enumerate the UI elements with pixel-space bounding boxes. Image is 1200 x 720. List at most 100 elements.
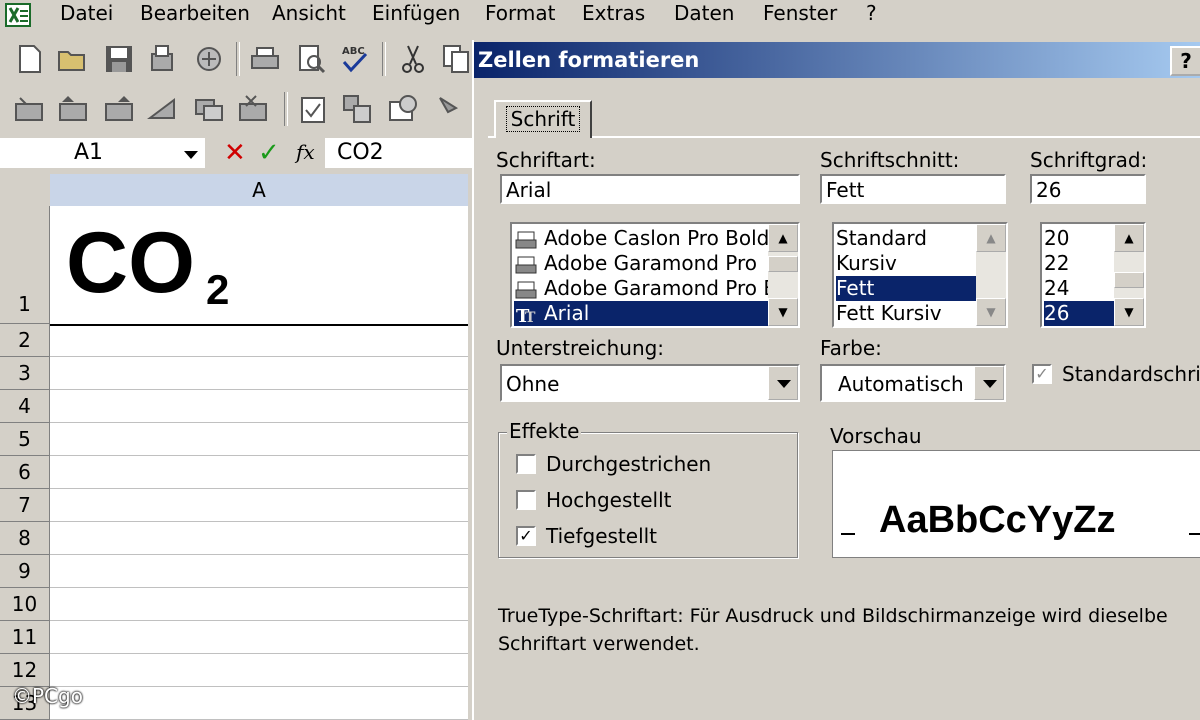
save-icon[interactable] (102, 42, 136, 76)
schriftschnitt-scrollbar[interactable]: ▲ ▼ (976, 224, 1006, 326)
row-header[interactable]: 12 (0, 654, 50, 687)
copy-icon[interactable] (440, 42, 474, 76)
style-list-item[interactable]: Kursiv (836, 251, 978, 276)
svg-text:ABC: ABC (342, 46, 365, 57)
name-box[interactable]: A1 (0, 138, 205, 168)
scroll-thumb[interactable] (768, 256, 798, 272)
help-button[interactable]: ? (1170, 46, 1200, 76)
size-list-item-selected[interactable]: 26 (1044, 301, 1116, 326)
print-preview-icon[interactable] (294, 42, 328, 76)
farbe-select[interactable]: Automatisch (820, 364, 1006, 402)
unterstreichung-select[interactable]: Ohne (500, 364, 800, 402)
schriftgrad-scrollbar[interactable]: ▲ ▼ (1114, 224, 1144, 326)
delete-comment-icon[interactable] (236, 92, 270, 126)
next-comment-icon[interactable] (102, 92, 136, 126)
row-header[interactable]: 1 (0, 206, 50, 324)
schriftschnitt-input[interactable]: Fett (820, 174, 1006, 204)
dialog-titlebar[interactable]: Zellen formatieren ? (474, 42, 1200, 78)
row-gridline (50, 456, 468, 489)
email-icon[interactable] (192, 42, 226, 76)
row-header[interactable]: 7 (0, 489, 50, 522)
excel-app-icon[interactable] (4, 2, 34, 28)
scroll-up-icon[interactable]: ▲ (768, 224, 798, 252)
tiefgestellt-checkbox[interactable]: ✓ (516, 526, 536, 546)
schriftart-list[interactable]: Adobe Caslon Pro Bold Adobe Garamond Pro… (510, 222, 800, 328)
farbe-label: Farbe: (820, 336, 882, 360)
scroll-down-icon[interactable]: ▼ (1114, 298, 1144, 326)
spelling-check-icon[interactable]: ABC (338, 42, 372, 76)
schriftart-scrollbar[interactable]: ▲ ▼ (768, 224, 798, 326)
row-header[interactable]: 3 (0, 357, 50, 390)
menu-bearbeiten[interactable]: Bearbeiten (140, 1, 250, 25)
row-header[interactable]: 8 (0, 522, 50, 555)
dropdown-button[interactable] (974, 366, 1004, 400)
show-all-comments-icon[interactable] (192, 92, 226, 126)
insert-function-button[interactable]: fx (296, 140, 315, 164)
tab-schrift[interactable]: Schrift (494, 100, 592, 138)
row-gridline (50, 522, 468, 555)
hochgestellt-checkbox[interactable] (516, 490, 536, 510)
select-all-corner[interactable] (0, 174, 51, 207)
row-header[interactable]: 5 (0, 423, 50, 456)
size-list-item[interactable]: 24 (1044, 276, 1116, 301)
cancel-icon[interactable]: ✕ (224, 138, 246, 168)
schriftschnitt-list[interactable]: Standard Kursiv Fett Fett Kursiv ▲ ▼ (832, 222, 1008, 328)
menu-daten[interactable]: Daten (674, 1, 734, 25)
menu-extras[interactable]: Extras (582, 1, 645, 25)
schriftart-input[interactable]: Arial (500, 174, 800, 204)
ink-annotation-icon[interactable] (434, 92, 468, 126)
scroll-up-icon[interactable]: ▲ (1114, 224, 1144, 252)
chevron-down-icon (777, 380, 791, 388)
open-folder-icon[interactable] (56, 42, 90, 76)
row-header[interactable]: 10 (0, 588, 50, 621)
new-document-icon[interactable] (12, 42, 46, 76)
cell-a1[interactable]: CO 2 (50, 206, 468, 326)
formula-input[interactable]: CO2 (325, 138, 475, 168)
scroll-down-icon[interactable]: ▼ (976, 298, 1006, 326)
style-list-item[interactable]: Standard (836, 226, 978, 251)
font-list-item[interactable]: Adobe Garamond Pro (514, 251, 770, 276)
print-icon[interactable] (248, 42, 282, 76)
menu-format[interactable]: Format (485, 1, 555, 25)
font-list-item[interactable]: Adobe Garamond Pro Bold (514, 276, 798, 301)
menu-help[interactable]: ? (866, 1, 877, 25)
row-header[interactable]: 4 (0, 390, 50, 423)
schriftgrad-list[interactable]: 20 22 24 26 ▲ ▼ (1040, 222, 1146, 328)
scroll-down-icon[interactable]: ▼ (768, 298, 798, 326)
dropdown-button[interactable] (768, 366, 798, 400)
cut-icon[interactable] (396, 42, 430, 76)
row-header[interactable]: 9 (0, 555, 50, 588)
name-box-dropdown-icon[interactable] (184, 151, 198, 159)
send-for-review-icon[interactable] (386, 92, 420, 126)
enter-check-icon[interactable]: ✓ (258, 138, 280, 168)
row-header[interactable]: 6 (0, 456, 50, 489)
update-file-icon[interactable] (340, 92, 374, 126)
durchgestrichen-checkbox[interactable] (516, 454, 536, 474)
size-list-item[interactable]: 22 (1044, 251, 1116, 276)
menu-ansicht[interactable]: Ansicht (272, 1, 346, 25)
menu-fenster[interactable]: Fenster (763, 1, 837, 25)
row-header[interactable]: 11 (0, 621, 50, 654)
menu-datei[interactable]: Datei (60, 1, 113, 25)
size-list-item[interactable]: 20 (1044, 226, 1116, 251)
scroll-up-icon[interactable]: ▲ (976, 224, 1006, 252)
standardschrift-checkbox[interactable]: ✓ (1032, 364, 1052, 384)
permission-icon[interactable] (146, 42, 180, 76)
farbe-value: Automatisch (838, 372, 964, 396)
reviewing-toolbar (0, 88, 475, 132)
style-list-item[interactable]: Fett Kursiv (836, 301, 978, 326)
previous-comment-icon[interactable] (56, 92, 90, 126)
toolbar-separator (382, 42, 386, 76)
font-list-item-selected[interactable]: T T Arial (514, 301, 770, 326)
track-changes-icon[interactable] (296, 92, 330, 126)
style-list-item-selected[interactable]: Fett (836, 276, 978, 301)
cell-a1-text: CO (66, 215, 195, 311)
scroll-thumb[interactable] (1114, 272, 1144, 288)
schriftgrad-input[interactable]: 26 (1030, 174, 1146, 204)
font-list-item[interactable]: Adobe Caslon Pro Bold (514, 226, 770, 251)
column-header-a[interactable]: A (50, 174, 468, 207)
menu-einfuegen[interactable]: Einfügen (372, 1, 460, 25)
show-comment-icon[interactable] (146, 92, 180, 126)
new-comment-icon[interactable] (12, 92, 46, 126)
row-header[interactable]: 2 (0, 324, 50, 357)
